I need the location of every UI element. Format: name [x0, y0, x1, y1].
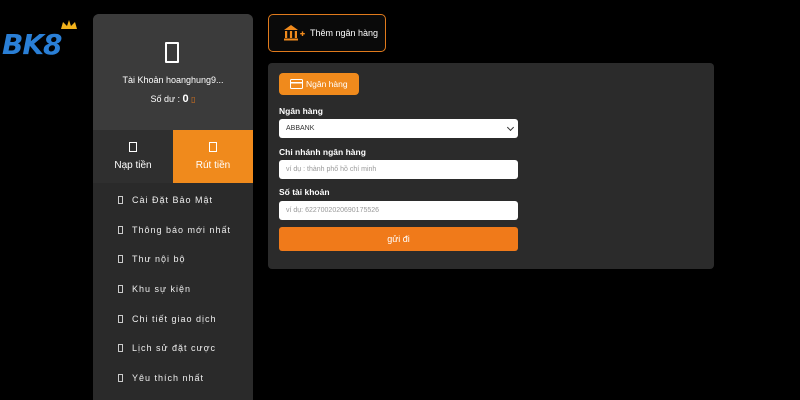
brand-logo[interactable]: BK8	[2, 20, 86, 70]
account-sidebar: Tài Khoản hoanghung9... Số dư : 0 ▯ Nạp …	[93, 14, 253, 400]
user-icon	[165, 42, 179, 63]
bank-select-value: ABBANK	[286, 125, 315, 132]
menu-icon	[118, 284, 123, 293]
withdraw-label: Rút tiền	[195, 160, 231, 171]
menu-item-internal-mail[interactable]: Thư nội bộ	[93, 244, 253, 274]
add-bank-label: Thêm ngân hàng	[310, 28, 379, 38]
logo-text: BK8	[2, 28, 63, 61]
deposit-withdraw-row: Nạp tiền Rút tiền	[93, 130, 253, 183]
menu-item-latest-notifications[interactable]: Thông báo mới nhất	[93, 215, 253, 245]
menu-item-label: Thư nội bộ	[132, 254, 186, 265]
menu-icon	[118, 195, 123, 204]
withdraw-button[interactable]: Rút tiền	[173, 130, 253, 183]
account-number-label: Số tài khoản	[279, 187, 330, 197]
branch-placeholder: ví dụ : thành phố hồ chí minh	[286, 166, 377, 173]
bank-tab-chip[interactable]: Ngân hàng	[279, 73, 359, 95]
deposit-label: Nạp tiền	[114, 160, 152, 171]
bank-tab-label: Ngân hàng	[306, 79, 348, 89]
menu-item-label: Yêu thích nhất	[132, 372, 205, 383]
add-bank-button[interactable]: Thêm ngân hàng	[268, 14, 386, 52]
crown-icon	[61, 20, 77, 29]
branch-label: Chi nhánh ngân hàng	[279, 147, 366, 157]
chevron-down-icon	[506, 123, 515, 132]
deposit-button[interactable]: Nạp tiền	[93, 130, 173, 183]
withdraw-icon	[209, 142, 217, 152]
menu-item-transaction-details[interactable]: Chi tiết giao dịch	[93, 304, 253, 334]
deposit-icon	[129, 142, 137, 152]
menu-icon	[118, 255, 123, 264]
menu-icon	[118, 373, 123, 382]
menu-icon	[118, 225, 123, 234]
bank-select[interactable]: ABBANK	[279, 119, 518, 138]
submit-label: gửi đi	[387, 234, 410, 244]
menu-item-events[interactable]: Khu sự kiện	[93, 274, 253, 304]
submit-button[interactable]: gửi đi	[279, 227, 518, 251]
profile-card: Tài Khoản hoanghung9... Số dư : 0 ▯	[93, 14, 253, 130]
menu-item-label: Lịch sử đặt cược	[132, 343, 216, 354]
bank-add-icon	[284, 25, 305, 41]
menu-icon	[118, 344, 123, 353]
sidebar-menu: Cài Đặt Bảo Mật Thông báo mới nhất Thư n…	[93, 183, 253, 393]
menu-item-label: Thông báo mới nhất	[132, 224, 231, 235]
branch-input[interactable]: ví dụ : thành phố hồ chí minh	[279, 160, 518, 179]
menu-item-label: Cài Đặt Bảo Mật	[132, 194, 214, 205]
bank-form-panel: Ngân hàng Ngân hàng ABBANK Chi nhánh ngâ…	[268, 63, 714, 269]
menu-item-betting-history[interactable]: Lịch sử đặt cược	[93, 333, 253, 363]
menu-item-label: Khu sự kiện	[132, 283, 192, 294]
coin-icon: ▯	[191, 95, 196, 104]
menu-item-label: Chi tiết giao dịch	[132, 313, 217, 324]
menu-icon	[118, 314, 123, 323]
menu-item-favorites[interactable]: Yêu thích nhất	[93, 363, 253, 393]
bank-label: Ngân hàng	[279, 106, 323, 116]
menu-item-security-settings[interactable]: Cài Đặt Bảo Mật	[93, 185, 253, 215]
account-number-placeholder: ví dụ: 6227002020690175526	[286, 207, 380, 214]
balance-value: 0	[182, 93, 189, 105]
balance-label: Số dư :	[150, 94, 180, 104]
account-number-input[interactable]: ví dụ: 6227002020690175526	[279, 201, 518, 220]
bank-card-icon	[290, 79, 303, 89]
balance: Số dư : 0 ▯	[93, 93, 253, 105]
account-name: Tài Khoản hoanghung9...	[122, 75, 224, 85]
